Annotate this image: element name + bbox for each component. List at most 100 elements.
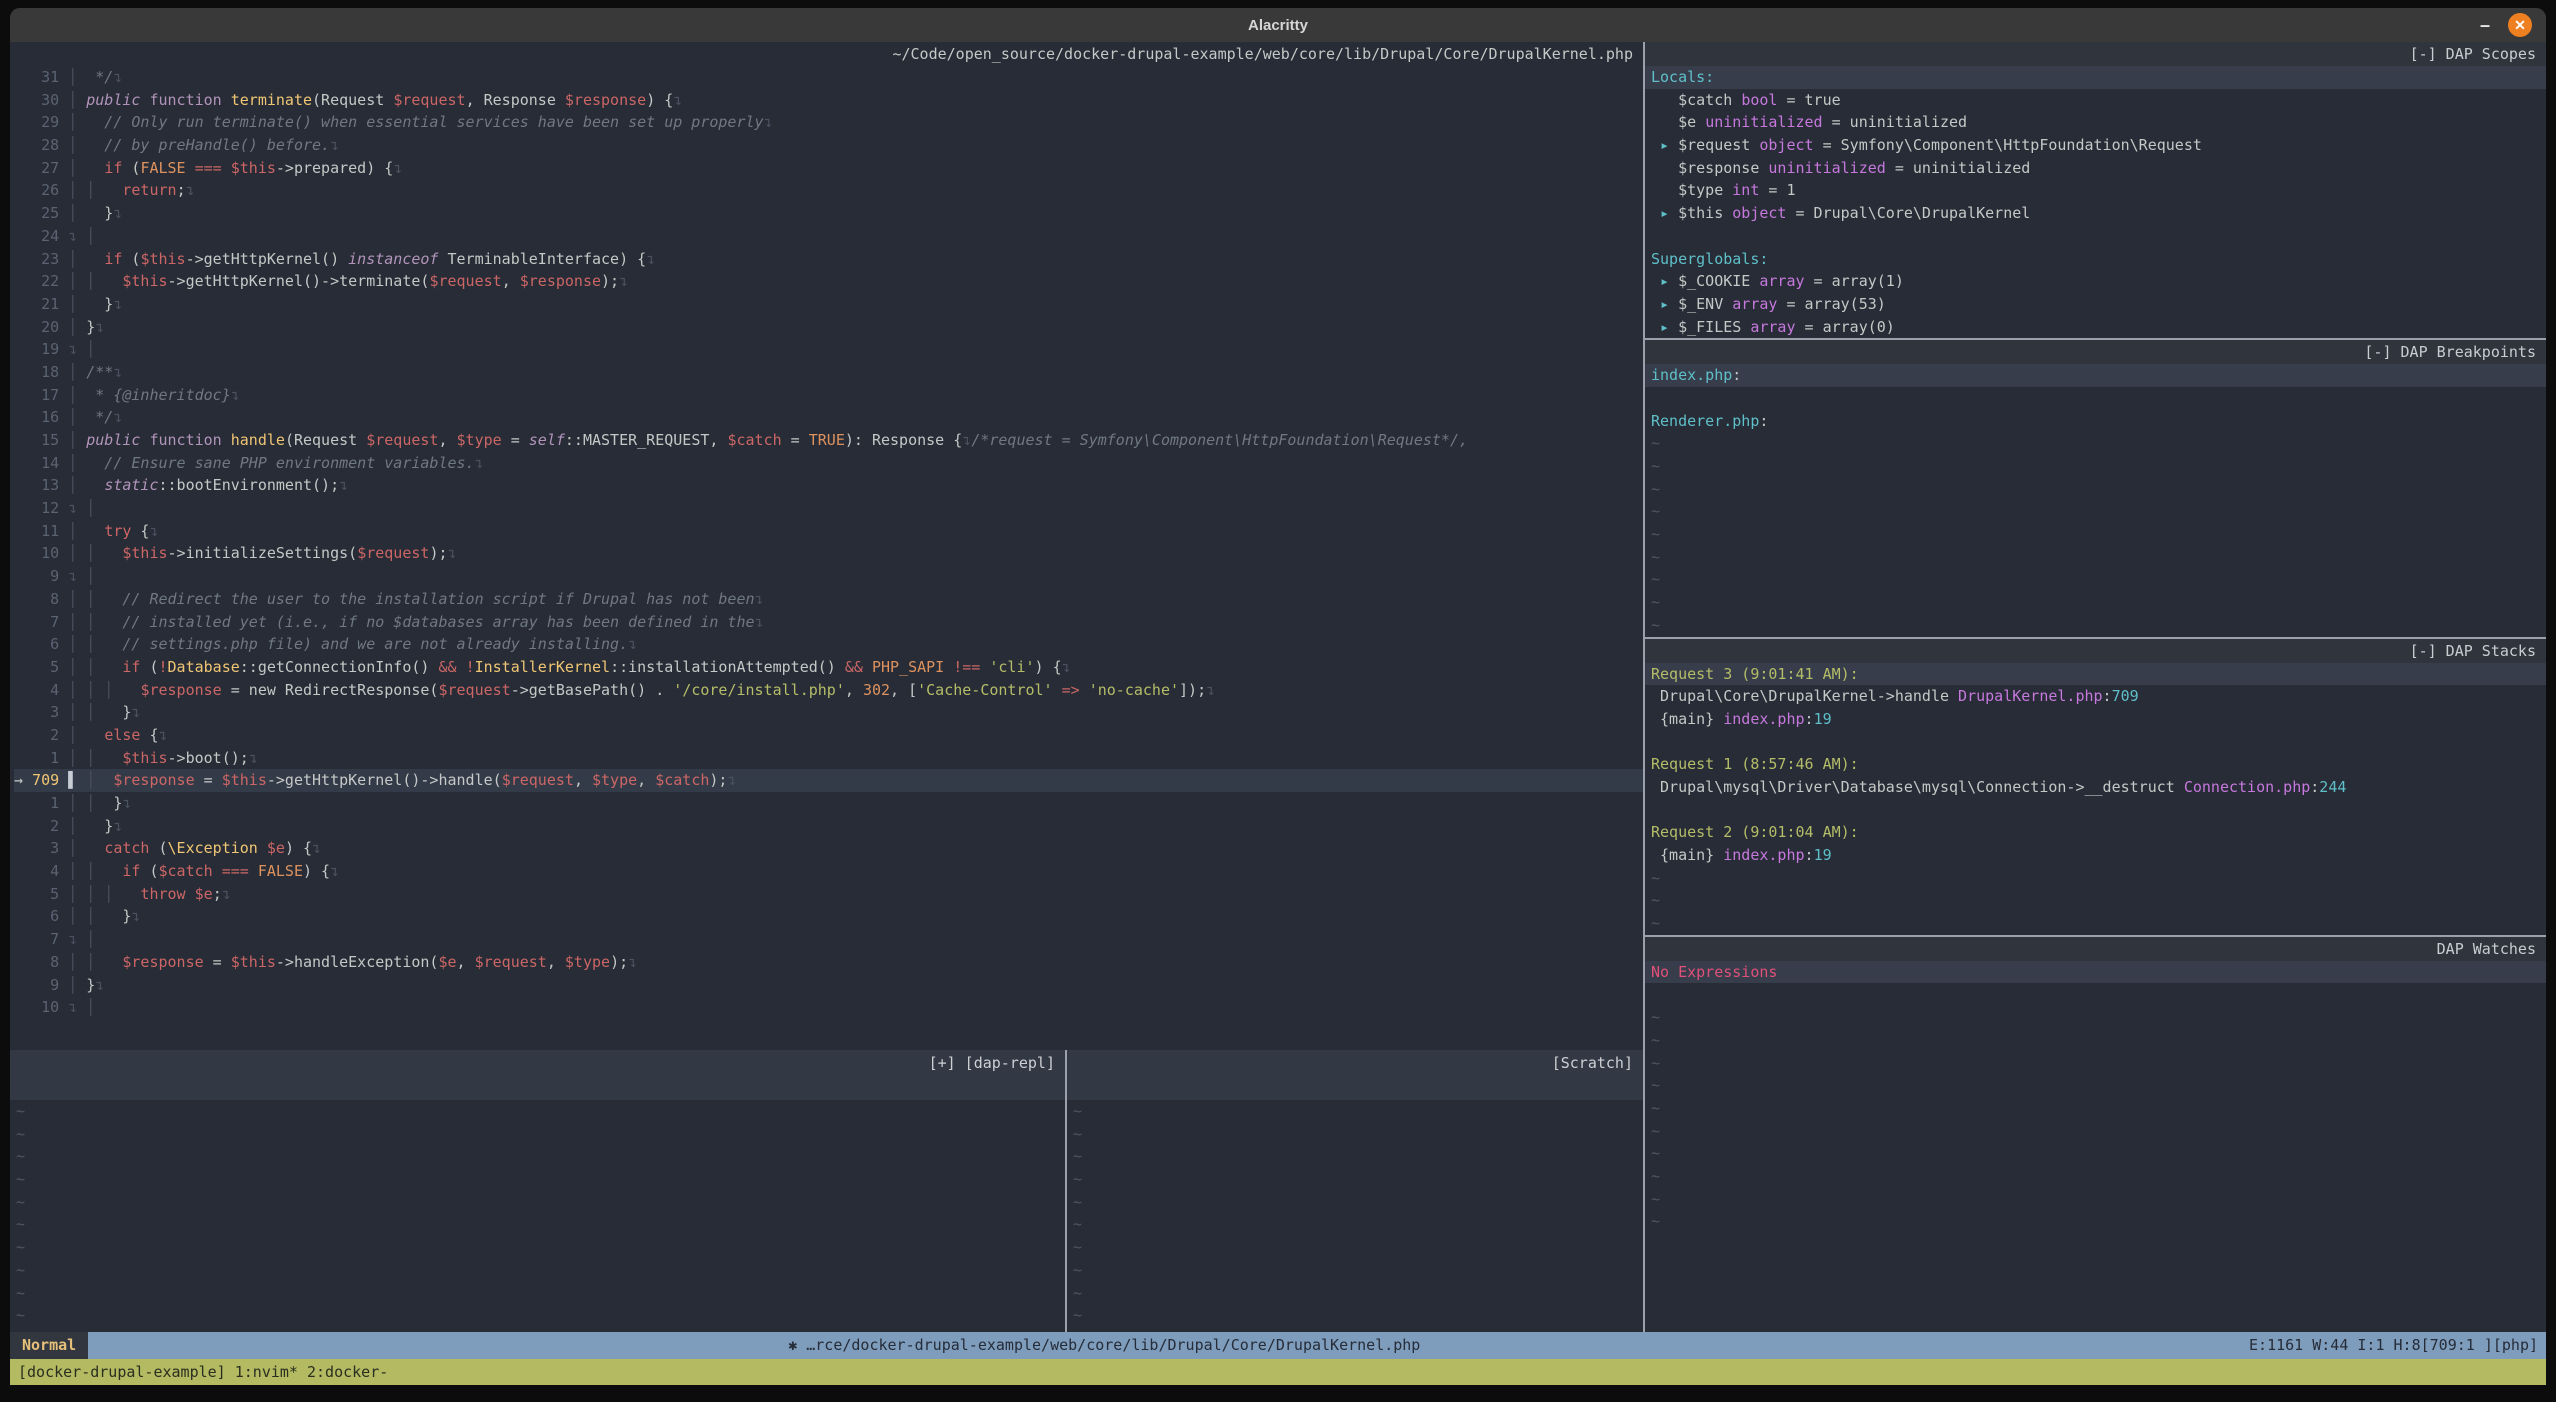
code-line: 13 │ static::bootEnvironment();↴ xyxy=(14,474,1643,497)
code-line: 14 │ // Ensure sane PHP environment vari… xyxy=(14,452,1643,475)
dap-scopes-row[interactable]: ▸ $request object = Symfony\Component\Ht… xyxy=(1645,134,2546,157)
code-line: 25 │ }↴ xyxy=(14,202,1643,225)
empty-buffer-line: ~ xyxy=(16,1282,1065,1305)
dap-scopes-row: Superglobals: xyxy=(1645,248,2546,271)
dap-breakpoints-row: ~ xyxy=(1645,568,2546,591)
dap-breakpoints-row: ~ xyxy=(1645,546,2546,569)
code-line: 8 │ │ // Redirect the user to the instal… xyxy=(14,588,1643,611)
vim-statusline: Normal ✱ …rce/docker-drupal-example/web/… xyxy=(10,1332,2546,1359)
code-line: 18 │ /**↴ xyxy=(14,361,1643,384)
code-line: 6 │ │ // settings.php file) and we are n… xyxy=(14,633,1643,656)
code-line: 19 ↴ │ xyxy=(14,338,1643,361)
dap-breakpoints-row: index.php: xyxy=(1645,364,2546,387)
code-line: 10 ↴ │ xyxy=(14,996,1643,1019)
code-line: 23 │ if ($this->getHttpKernel() instance… xyxy=(14,248,1643,271)
dap-watches-row: ~ xyxy=(1645,1097,2546,1120)
dap-scopes-row: $response uninitialized = uninitialized xyxy=(1645,157,2546,180)
dap-watches-row xyxy=(1645,983,2546,1006)
dap-scopes-row: $catch bool = true xyxy=(1645,89,2546,112)
dap-breakpoints-row: ~ xyxy=(1645,478,2546,501)
dap-stacks-row: {main} index.php:19 xyxy=(1645,708,2546,731)
empty-buffer-line: ~ xyxy=(1073,1123,1643,1146)
empty-buffer-line: ~ xyxy=(16,1145,1065,1168)
dap-breakpoints-row: ~ xyxy=(1645,500,2546,523)
code-line: 26 │ │ return;↴ xyxy=(14,179,1643,202)
code-line: 7 ↴ │ xyxy=(14,928,1643,951)
dap-watches-row: ~ xyxy=(1645,1210,2546,1233)
empty-buffer-line: ~ xyxy=(16,1236,1065,1259)
terminal-content: ~/Code/open_source/docker-drupal-example… xyxy=(10,42,2546,1385)
code-line: 9 ↴ │ xyxy=(14,565,1643,588)
dap-watches-row: ~ xyxy=(1645,1052,2546,1075)
code-line: 30 │ public function terminate(Request $… xyxy=(14,89,1643,112)
dap-watches-row: ~ xyxy=(1645,1120,2546,1143)
dap-breakpoints-rows: index.php:Renderer.php:~~~~~~~~~ xyxy=(1645,364,2546,636)
dap-stacks-row: Drupal\mysql\Driver\Database\mysql\Conne… xyxy=(1645,776,2546,799)
statusline-file: ✱ …rce/docker-drupal-example/web/core/li… xyxy=(788,1332,1420,1359)
tmux-statusbar[interactable]: [docker-drupal-example] 1:nvim* 2:docker… xyxy=(10,1359,2546,1385)
dap-breakpoints-row: Renderer.php: xyxy=(1645,410,2546,433)
dap-watches-row: No Expressions xyxy=(1645,961,2546,984)
empty-buffer-line: ~ xyxy=(1073,1282,1643,1305)
dap-stacks-row: {main} index.php:19 xyxy=(1645,844,2546,867)
dap-scopes-row: Locals: xyxy=(1645,66,2546,89)
dap-breakpoints-row: ~ xyxy=(1645,432,2546,455)
code-line: 20 │ }↴ xyxy=(14,316,1643,339)
dap-stacks-row: ~ xyxy=(1645,912,2546,935)
empty-buffer-line: ~ xyxy=(16,1304,1065,1327)
dap-watches-row: ~ xyxy=(1645,1142,2546,1165)
empty-buffer-line: ~ xyxy=(1073,1191,1643,1214)
dap-scopes-row[interactable]: ▸ $_ENV array = array(53) xyxy=(1645,293,2546,316)
code-line: 16 │ */↴ xyxy=(14,406,1643,429)
dap-scopes-row[interactable]: ▸ $this object = Drupal\Core\DrupalKerne… xyxy=(1645,202,2546,225)
code-buffer[interactable]: 31 │ */↴ 30 │ public function terminate(… xyxy=(10,66,1643,1020)
dap-stacks-row: ~ xyxy=(1645,889,2546,912)
empty-buffer-line: ~ xyxy=(16,1213,1065,1236)
code-line: 2 │ else {↴ xyxy=(14,724,1643,747)
dap-watches-header: DAP Watches xyxy=(1645,937,2546,961)
dap-repl-statusbar: [+] [dap-repl] xyxy=(10,1050,1065,1100)
code-line: 7 │ │ // installed yet (i.e., if no $dat… xyxy=(14,611,1643,634)
dap-stacks-row: ~ xyxy=(1645,867,2546,890)
dap-scopes-row xyxy=(1645,225,2546,248)
dap-scopes-rows: Locals: $catch bool = true $e uninitiali… xyxy=(1645,66,2546,338)
empty-buffer-line: ~ xyxy=(1073,1213,1643,1236)
code-line: 10 │ │ $this->initializeSettings($reques… xyxy=(14,542,1643,565)
code-line: 11 │ try {↴ xyxy=(14,520,1643,543)
dap-scopes-row[interactable]: ▸ $_FILES array = array(0) xyxy=(1645,316,2546,339)
dap-stacks-row: Request 2 (9:01:04 AM): xyxy=(1645,821,2546,844)
minimize-button[interactable]: – xyxy=(2480,15,2490,36)
empty-buffer-line: ~ xyxy=(16,1123,1065,1146)
dap-breakpoints-header: [-] DAP Breakpoints xyxy=(1645,340,2546,364)
dap-stacks-row xyxy=(1645,799,2546,822)
dap-stacks-row: Request 1 (8:57:46 AM): xyxy=(1645,753,2546,776)
file-icon: ✱ xyxy=(788,1336,797,1354)
empty-buffer-line: ~ xyxy=(16,1100,1065,1123)
dap-stacks-row: Drupal\Core\DrupalKernel->handle DrupalK… xyxy=(1645,685,2546,708)
dap-breakpoints-row xyxy=(1645,387,2546,410)
dap-scopes-row[interactable]: ▸ $_COOKIE array = array(1) xyxy=(1645,270,2546,293)
statusline-stats: E:1161 W:44 I:1 H:8[709:1 ][php] xyxy=(2249,1332,2538,1359)
close-button[interactable]: ✕ xyxy=(2508,13,2532,37)
code-line: 5 │ │ │ throw $e;↴ xyxy=(14,883,1643,906)
dap-panel-column: [-] DAP ScopesLocals: $catch bool = true… xyxy=(1645,42,2546,1332)
code-line: 27 │ if (FALSE === $this->prepared) {↴ xyxy=(14,157,1643,180)
empty-buffer-line: ~ xyxy=(16,1191,1065,1214)
dap-scopes-row: $e uninitialized = uninitialized xyxy=(1645,111,2546,134)
code-line: 9 │ }↴ xyxy=(14,974,1643,997)
dap-stacks-header: [-] DAP Stacks xyxy=(1645,639,2546,663)
scratch-buffer[interactable]: ~~~~~~~~~~ xyxy=(1067,1100,1643,1332)
dap-repl-buffer[interactable]: ~~~~~~~~~~ xyxy=(10,1100,1065,1332)
code-line: 12 ↴ │ xyxy=(14,497,1643,520)
empty-buffer-line: ~ xyxy=(1073,1168,1643,1191)
code-line: 15 │ public function handle(Request $req… xyxy=(14,429,1643,452)
code-line: 1 │ │ $this->boot();↴ xyxy=(14,747,1643,770)
code-line: 6 │ │ }↴ xyxy=(14,905,1643,928)
empty-buffer-line: ~ xyxy=(1073,1236,1643,1259)
alacritty-window: Alacritty – ✕ ~/Code/open_source/docker-… xyxy=(10,8,2546,1385)
dap-breakpoints-row: ~ xyxy=(1645,591,2546,614)
code-line: 29 │ // Only run terminate() when essent… xyxy=(14,111,1643,134)
dap-watches-row: ~ xyxy=(1645,1074,2546,1097)
code-line: 8 │ │ $response = $this->handleException… xyxy=(14,951,1643,974)
dap-watches-row: ~ xyxy=(1645,1165,2546,1188)
